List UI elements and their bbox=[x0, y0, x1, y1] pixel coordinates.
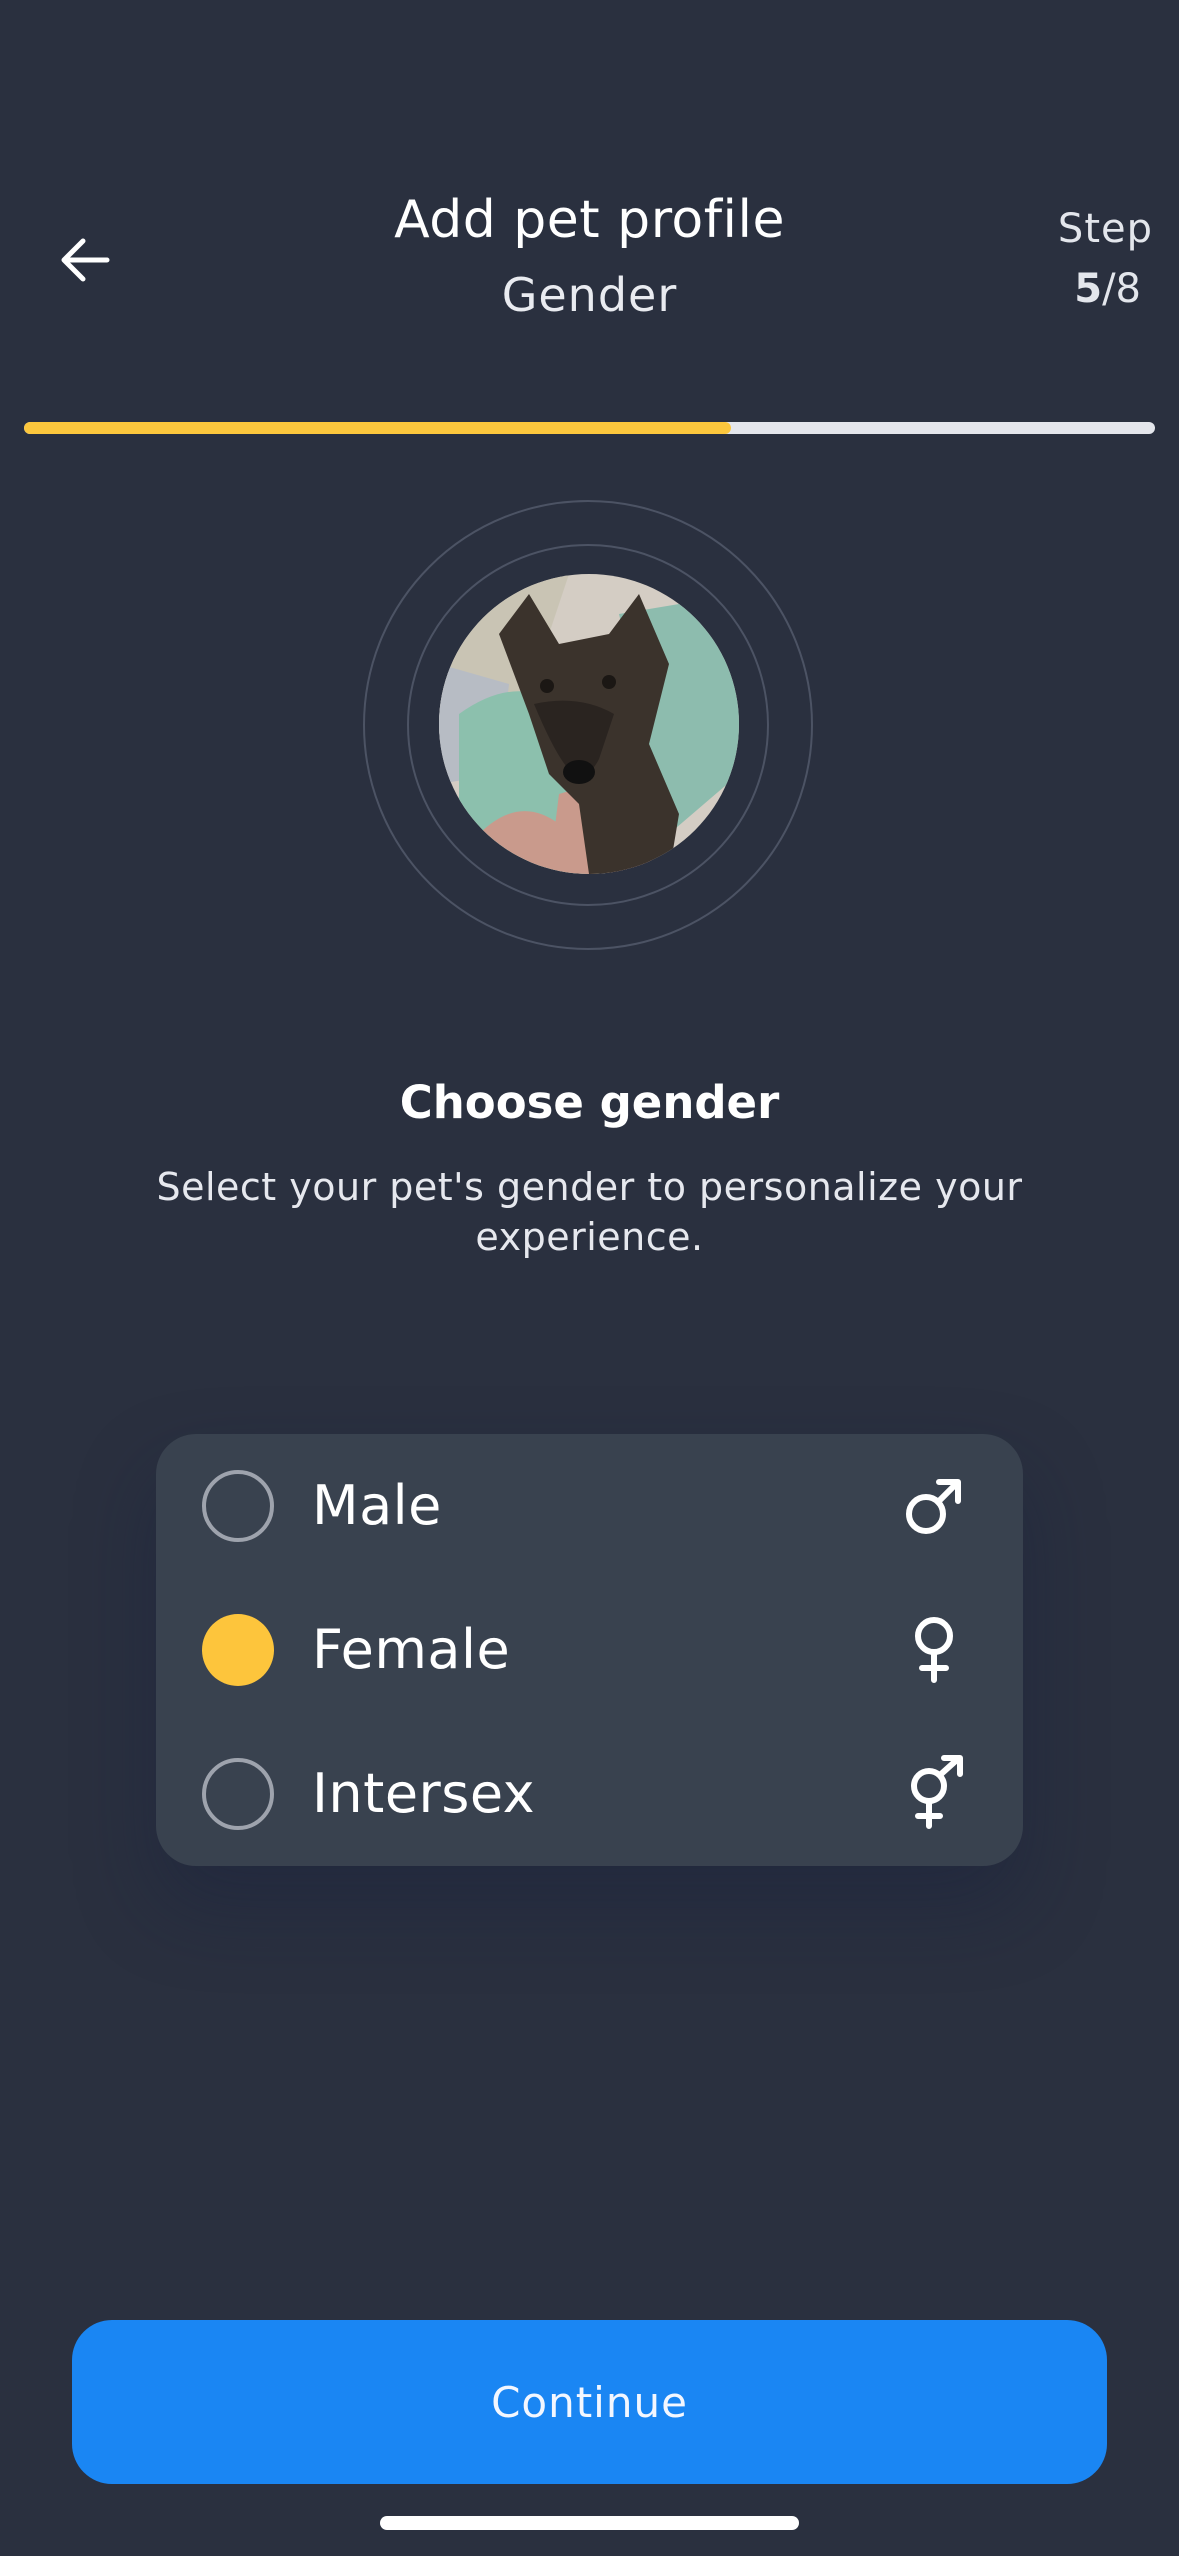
male-symbol-icon bbox=[906, 1479, 961, 1534]
option-female[interactable]: Female bbox=[156, 1578, 1023, 1708]
female-symbol-icon bbox=[915, 1617, 953, 1683]
radio-button[interactable] bbox=[202, 1758, 274, 1830]
option-label: Male bbox=[312, 1474, 442, 1537]
intersex-symbol-icon bbox=[911, 1755, 963, 1829]
step-total: /8 bbox=[1102, 266, 1141, 312]
progress-fill bbox=[24, 422, 731, 434]
section-description: Select your pet's gender to personalize … bbox=[156, 1165, 1023, 1259]
option-male[interactable]: Male bbox=[156, 1434, 1023, 1564]
continue-button[interactable]: Continue bbox=[72, 2320, 1107, 2484]
option-label: Female bbox=[312, 1618, 511, 1681]
step-label: Step bbox=[1057, 206, 1153, 252]
step-current: 5 bbox=[1074, 266, 1103, 312]
section-title: Choose gender bbox=[399, 1076, 780, 1129]
gender-options-card: Male Female Intersex bbox=[156, 1434, 1023, 1866]
progress-bar bbox=[24, 422, 1155, 434]
radio-button[interactable] bbox=[202, 1470, 274, 1542]
pet-photo bbox=[439, 574, 739, 874]
radio-button-selected[interactable] bbox=[202, 1614, 274, 1686]
home-indicator bbox=[380, 2516, 799, 2530]
step-counter: 5/8 bbox=[1074, 266, 1141, 312]
option-label: Intersex bbox=[312, 1762, 536, 1825]
page-subtitle: Gender bbox=[501, 268, 678, 322]
option-intersex[interactable]: Intersex bbox=[156, 1722, 1023, 1852]
page-title: Add pet profile bbox=[394, 190, 785, 250]
